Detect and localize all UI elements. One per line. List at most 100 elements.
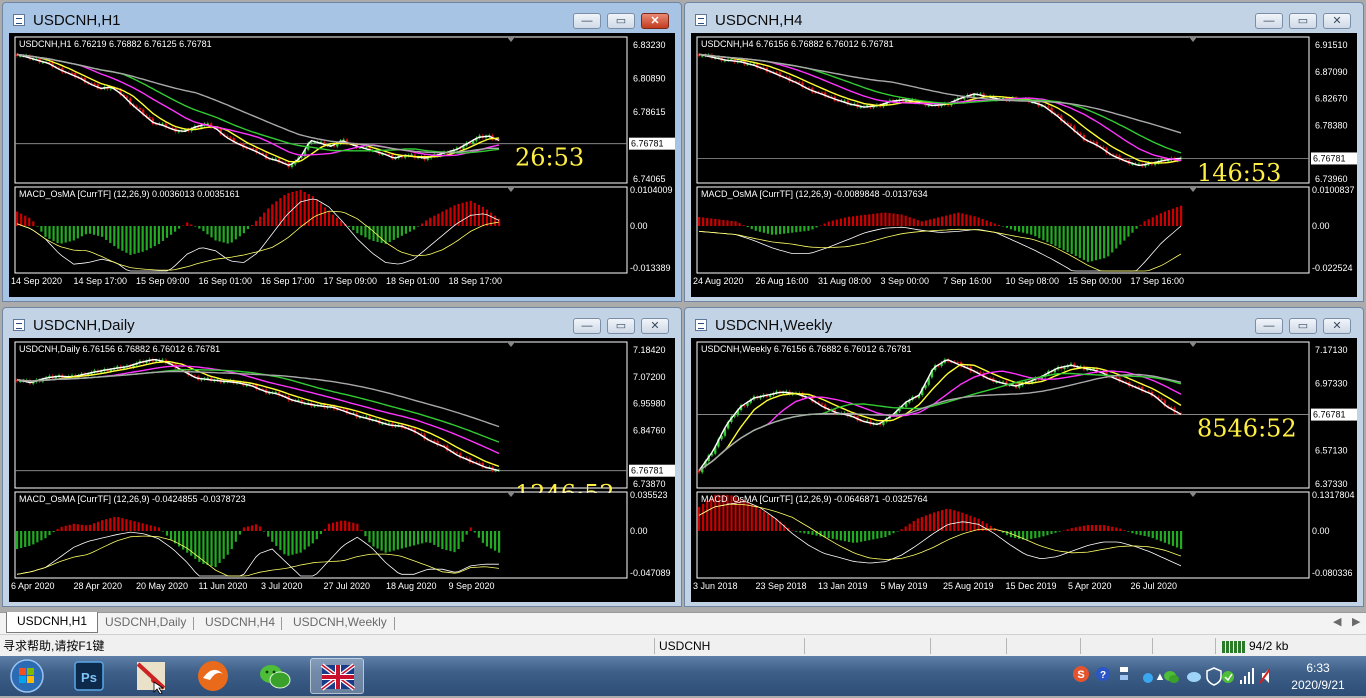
shield-icon[interactable]: [1206, 667, 1222, 686]
taskbar-photoshop[interactable]: Ps: [62, 658, 116, 694]
macd-histogram-bar: [1180, 531, 1183, 550]
price-axis-tick: 6.80890: [633, 74, 666, 84]
wechat-tray-icon[interactable]: [1164, 671, 1179, 683]
taskbar-wechat[interactable]: [248, 658, 302, 694]
macd-histogram-bar: [92, 523, 96, 531]
maximize-button[interactable]: ▭: [607, 318, 635, 334]
minimize-button[interactable]: —: [1255, 318, 1283, 334]
macd-panel-bg: [15, 493, 627, 578]
ime-settings-icon[interactable]: [1120, 667, 1128, 680]
macd-histogram-bar: [72, 226, 75, 241]
macd-histogram-bar: [1111, 526, 1114, 531]
price-chart-svg[interactable]: USDCNH,H1 6.76219 6.76882 6.76125 6.7678…: [9, 33, 677, 299]
maximize-button[interactable]: ▭: [607, 13, 635, 29]
candle-body: [1069, 124, 1073, 127]
moving-average-line: [16, 53, 500, 163]
chart-window-h4[interactable]: USDCNH,H4 — ▭ ✕ USDCNH,H4 6.76156 6.7688…: [684, 2, 1364, 302]
chart-area[interactable]: USDCNH,Weekly 6.76156 6.76882 6.76012 6.…: [691, 338, 1357, 602]
price-chart-svg[interactable]: USDCNH,Daily 6.76156 6.76882 6.76012 6.7…: [9, 338, 677, 604]
macd-histogram-bar: [190, 224, 193, 226]
minimize-button[interactable]: —: [1255, 13, 1283, 29]
macd-histogram-bar: [259, 526, 262, 531]
macd-histogram-bar: [259, 216, 262, 226]
macd-histogram-bar: [178, 226, 181, 229]
title-bar[interactable]: USDCNH,Daily — ▭ ✕: [3, 308, 681, 338]
price-chart-svg[interactable]: USDCNH,Weekly 6.76156 6.76882 6.76012 6.…: [691, 338, 1359, 604]
macd-histogram-bar: [949, 214, 952, 226]
macd-histogram-bar: [76, 226, 79, 239]
macd-histogram-bar: [896, 214, 899, 226]
macd-histogram-bar: [1070, 226, 1073, 255]
macd-histogram-bar: [774, 518, 778, 531]
macd-histogram-bar: [1001, 226, 1004, 227]
macd-shift-marker[interactable]: [1189, 187, 1197, 192]
cloud-icon[interactable]: [1187, 672, 1201, 682]
macd-shift-marker[interactable]: [1189, 492, 1197, 497]
bluetooth-app-icon[interactable]: [1143, 673, 1153, 683]
chart-window-h1[interactable]: USDCNH,H1 — ▭ ✕ USDCNH,H1 6.76219 6.7688…: [2, 2, 682, 302]
taskbar-orange-app[interactable]: [186, 658, 240, 694]
macd-shift-marker[interactable]: [507, 187, 515, 192]
macd-histogram-bar: [153, 226, 156, 247]
macd-histogram-bar: [113, 226, 116, 247]
macd-histogram-bar: [465, 201, 468, 226]
help-icon[interactable]: ?: [1096, 667, 1110, 681]
macd-histogram-bar: [242, 527, 246, 531]
title-bar[interactable]: USDCNH,H4 — ▭ ✕: [685, 3, 1363, 33]
macd-histogram-bar: [1107, 226, 1110, 257]
title-bar[interactable]: USDCNH,H1 — ▭ ✕: [3, 3, 681, 33]
chart-shift-marker[interactable]: [1189, 37, 1197, 42]
macd-histogram-bar: [957, 511, 960, 531]
chart-shift-marker[interactable]: [507, 342, 515, 347]
macd-histogram-bar: [1155, 215, 1158, 226]
taskbar-flag-app[interactable]: [310, 658, 364, 694]
tab-usdcnh-weekly[interactable]: USDCNH,Weekly: [283, 613, 397, 634]
macd-histogram-bar: [153, 526, 156, 531]
network-signal-icon[interactable]: [1240, 668, 1254, 684]
chart-shift-marker[interactable]: [507, 37, 515, 42]
tab-usdcnh-daily[interactable]: USDCNH,Daily: [95, 613, 196, 634]
union-jack-icon: [320, 663, 356, 691]
chart-area[interactable]: USDCNH,H1 6.76219 6.76882 6.76125 6.7678…: [9, 33, 675, 297]
maximize-button[interactable]: ▭: [1289, 318, 1317, 334]
clock-date[interactable]: 2020/9/21: [1286, 678, 1350, 692]
security-icon[interactable]: [1222, 671, 1234, 683]
macd-histogram-bar: [364, 226, 367, 238]
tab-usdcnh-h1[interactable]: USDCNH,H1: [6, 612, 99, 633]
close-button[interactable]: ✕: [1323, 13, 1351, 29]
macd-histogram-bar: [113, 517, 116, 531]
chart-area[interactable]: USDCNH,H4 6.76156 6.76882 6.76012 6.7678…: [691, 33, 1357, 297]
chart-shift-marker[interactable]: [1189, 342, 1197, 347]
candle-body: [697, 470, 701, 473]
macd-histogram-bar: [847, 531, 851, 542]
chart-window-icon: [695, 14, 707, 26]
close-button[interactable]: ✕: [1323, 318, 1351, 334]
tab-scroll-left-icon[interactable]: ◀: [1333, 615, 1341, 628]
macd-histogram-bar: [880, 212, 883, 226]
minimize-button[interactable]: —: [573, 318, 601, 334]
macd-histogram-bar: [1098, 524, 1102, 531]
chart-window-daily[interactable]: USDCNH,Daily — ▭ ✕ USDCNH,Daily 6.76156 …: [2, 307, 682, 607]
macd-histogram-bar: [141, 523, 144, 531]
macd-histogram-bar: [315, 199, 318, 226]
minimize-button[interactable]: —: [573, 13, 601, 29]
volume-muted-icon[interactable]: [1259, 668, 1270, 684]
close-button[interactable]: ✕: [641, 318, 669, 334]
price-chart-svg[interactable]: USDCNH,H4 6.76156 6.76882 6.76012 6.7678…: [691, 33, 1359, 299]
maximize-button[interactable]: ▭: [1289, 13, 1317, 29]
macd-histogram-bar: [1062, 226, 1065, 251]
start-orb-button[interactable]: [2, 658, 52, 694]
close-button[interactable]: ✕: [641, 13, 669, 29]
macd-histogram-bar: [230, 226, 233, 243]
tab-usdcnh-h4[interactable]: USDCNH,H4: [195, 613, 285, 634]
sogou-ime-icon[interactable]: S: [1073, 666, 1089, 682]
macd-histogram-bar: [1066, 226, 1069, 253]
chart-window-weekly[interactable]: USDCNH,Weekly — ▭ ✕ USDCNH,Weekly 6.7615…: [684, 307, 1364, 607]
taskbar-ruler-tool[interactable]: [124, 658, 178, 695]
title-bar[interactable]: USDCNH,Weekly — ▭ ✕: [685, 308, 1363, 338]
clock-time[interactable]: 6:33: [1296, 661, 1340, 675]
macd-histogram-bar: [210, 226, 213, 238]
tray-expand-icon[interactable]: ▲: [1155, 671, 1166, 683]
chart-area[interactable]: USDCNH,Daily 6.76156 6.76882 6.76012 6.7…: [9, 338, 675, 602]
tab-scroll-right-icon[interactable]: ▶: [1352, 615, 1360, 628]
